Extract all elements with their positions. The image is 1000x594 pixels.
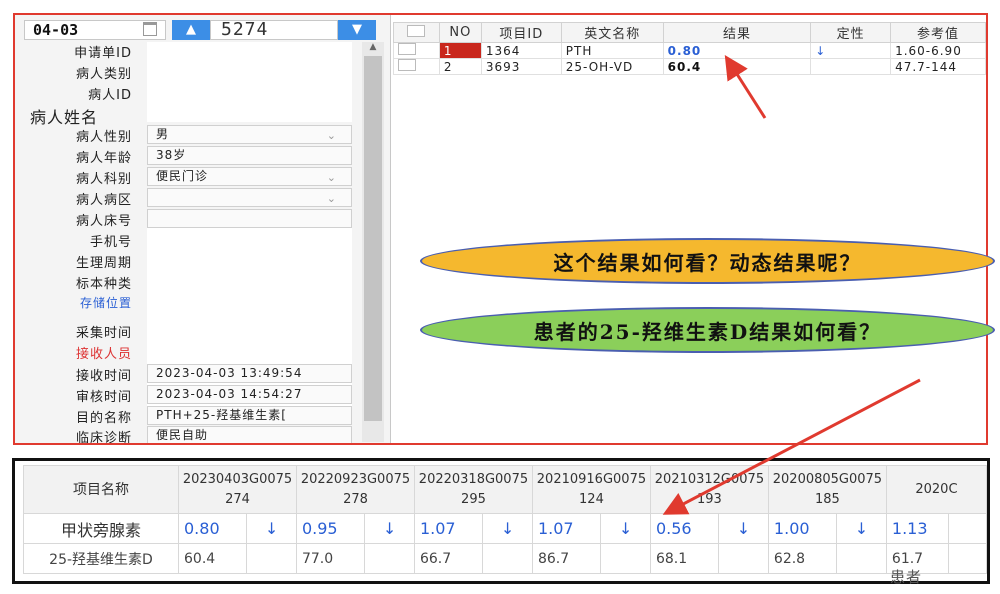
arrow-to-history-row	[662, 378, 921, 515]
annotation-arrows	[662, 54, 921, 515]
arrow-to-pth-result	[724, 54, 767, 119]
